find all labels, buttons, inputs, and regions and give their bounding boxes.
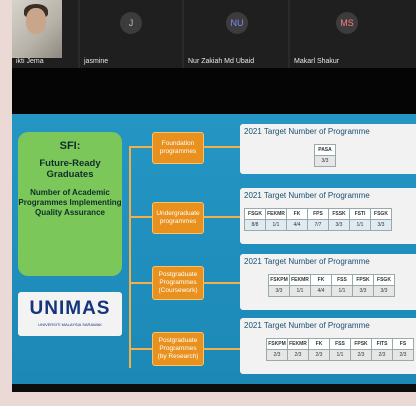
table-cell: 2/3	[371, 349, 393, 361]
table-header-cell: FPSK	[350, 338, 372, 350]
table-header-cell: FSGK	[370, 208, 392, 220]
table-cell: 8/8	[244, 219, 266, 231]
connector	[129, 146, 152, 148]
table-cell: 2/3	[308, 349, 330, 361]
participant-tile[interactable]: J jasmine	[80, 0, 182, 68]
category-foundation: Foundation programmes	[152, 132, 204, 164]
table-header-cell: FK	[286, 208, 308, 220]
meeting-window: ikti Jema J jasmine NU Nur Zakiah Md Uba…	[12, 0, 416, 392]
participant-name: ikti Jema	[16, 58, 44, 65]
logo-wordmark: UNIMAS	[29, 298, 111, 319]
panel-heading: 2021 Target Number of Programme	[244, 191, 370, 200]
table-cell: 3/3	[370, 219, 392, 231]
target-table: PASA 3/3	[314, 144, 336, 167]
participant-name: Nur Zakiah Md Ubaid	[188, 58, 255, 65]
avatar: NU	[226, 12, 248, 34]
connector	[204, 146, 240, 148]
panel-heading: 2021 Target Number of Programme	[244, 257, 370, 266]
table-cell: 3/3	[328, 219, 350, 231]
target-panel-undergraduate: 2021 Target Number of Programme FSGK FEK…	[240, 188, 416, 244]
target-table: FSKPM FEKMR FK FSS FPSK FSGK 3/3 1/1 4/4…	[268, 274, 395, 297]
table-header-cell: FEKMR	[289, 274, 311, 286]
table-header-cell: FPSK	[352, 274, 374, 286]
table-cell: 2/3	[392, 349, 414, 361]
table-header-cell: FSKPM	[268, 274, 290, 286]
category-undergraduate: Undergraduate programmes	[152, 202, 204, 234]
table-header-cell: FS	[392, 338, 414, 350]
table-header-cell: FEKMR	[287, 338, 309, 350]
target-panel-postgrad-research: 2021 Target Number of Programme FSKPM FE…	[240, 318, 416, 374]
participant-name: jasmine	[84, 58, 109, 65]
table-cell: 1/1	[329, 349, 351, 361]
table-header-cell: FEKMR	[265, 208, 287, 220]
unimas-logo: UNIMAS UNIVERSITI MALAYSIA SARAWAK	[18, 292, 122, 336]
table-header-cell: FK	[310, 274, 332, 286]
camera-feed	[12, 0, 62, 58]
table-header-cell: FSS	[329, 338, 351, 350]
sfi-subtitle: Future-Ready Graduates	[39, 158, 101, 180]
table-header-cell: FPS	[307, 208, 329, 220]
screen-share-margin	[12, 68, 416, 114]
table-header-cell: FSKPM	[266, 338, 288, 350]
participant-name: Makarl Shakur	[294, 58, 340, 65]
table-header-cell: FSS	[331, 274, 353, 286]
avatar: J	[120, 12, 142, 34]
table-header-cell: FSGK	[373, 274, 395, 286]
table-header-cell: FSSK	[328, 208, 350, 220]
target-table: FSKPM FEKMR FK FSS FPSK FITS FS 2/3 2/3 …	[266, 338, 414, 361]
bottom-bar	[12, 384, 416, 392]
participant-tile[interactable]: NU Nur Zakiah Md Ubaid	[184, 0, 288, 68]
connector-line	[129, 146, 131, 368]
shared-slide: SFI: Future-Ready Graduates Number of Ac…	[12, 114, 416, 384]
table-cell: 2/3	[287, 349, 309, 361]
participant-tile[interactable]: MS Makarl Shakur	[290, 0, 416, 68]
table-cell: 7/7	[307, 219, 329, 231]
table-cell: 2/3	[350, 349, 372, 361]
table-cell: 2/3	[266, 349, 288, 361]
category-postgrad-coursework: Postgraduate Programmes (Coursework)	[152, 266, 204, 300]
panel-heading: 2021 Target Number of Programme	[244, 321, 370, 330]
target-panel-foundation: 2021 Target Number of Programme PASA 3/3	[240, 124, 416, 174]
table-header-cell: FITS	[371, 338, 393, 350]
participant-tile[interactable]: ikti Jema	[12, 0, 78, 68]
sfi-title: SFI:	[59, 140, 81, 152]
category-postgrad-research: Postgraduate Programmes (by Research)	[152, 332, 204, 366]
table-header-cell: FSTI	[349, 208, 371, 220]
connector	[129, 348, 152, 350]
table-cell: 1/1	[289, 285, 311, 297]
sfi-description: Number of Academic Programmes Implementi…	[18, 188, 122, 217]
connector	[204, 348, 240, 350]
avatar: MS	[336, 12, 358, 34]
target-panel-postgrad-coursework: 2021 Target Number of Programme FSKPM FE…	[240, 254, 416, 310]
table-cell: 4/4	[310, 285, 332, 297]
connector	[204, 216, 240, 218]
table-cell: 4/4	[286, 219, 308, 231]
table-header-cell: FSGK	[244, 208, 266, 220]
participant-strip: ikti Jema J jasmine NU Nur Zakiah Md Uba…	[12, 0, 416, 68]
table-cell: 3/3	[352, 285, 374, 297]
target-table: FSGK FEKMR FK FPS FSSK FSTI FSGK 8/8 1/1…	[244, 208, 392, 231]
table-cell: 3/3	[314, 155, 336, 167]
table-cell: 1/1	[331, 285, 353, 297]
connector	[129, 282, 152, 284]
logo-tagline: UNIVERSITI MALAYSIA SARAWAK	[38, 322, 102, 327]
sfi-box: SFI: Future-Ready Graduates Number of Ac…	[18, 132, 122, 276]
connector	[129, 216, 152, 218]
panel-heading: 2021 Target Number of Programme	[244, 127, 370, 136]
table-header-cell: PASA	[314, 144, 336, 156]
table-cell: 1/1	[349, 219, 371, 231]
connector	[204, 282, 240, 284]
table-cell: 1/1	[265, 219, 287, 231]
table-cell: 3/3	[268, 285, 290, 297]
table-cell: 3/3	[373, 285, 395, 297]
table-header-cell: FK	[308, 338, 330, 350]
